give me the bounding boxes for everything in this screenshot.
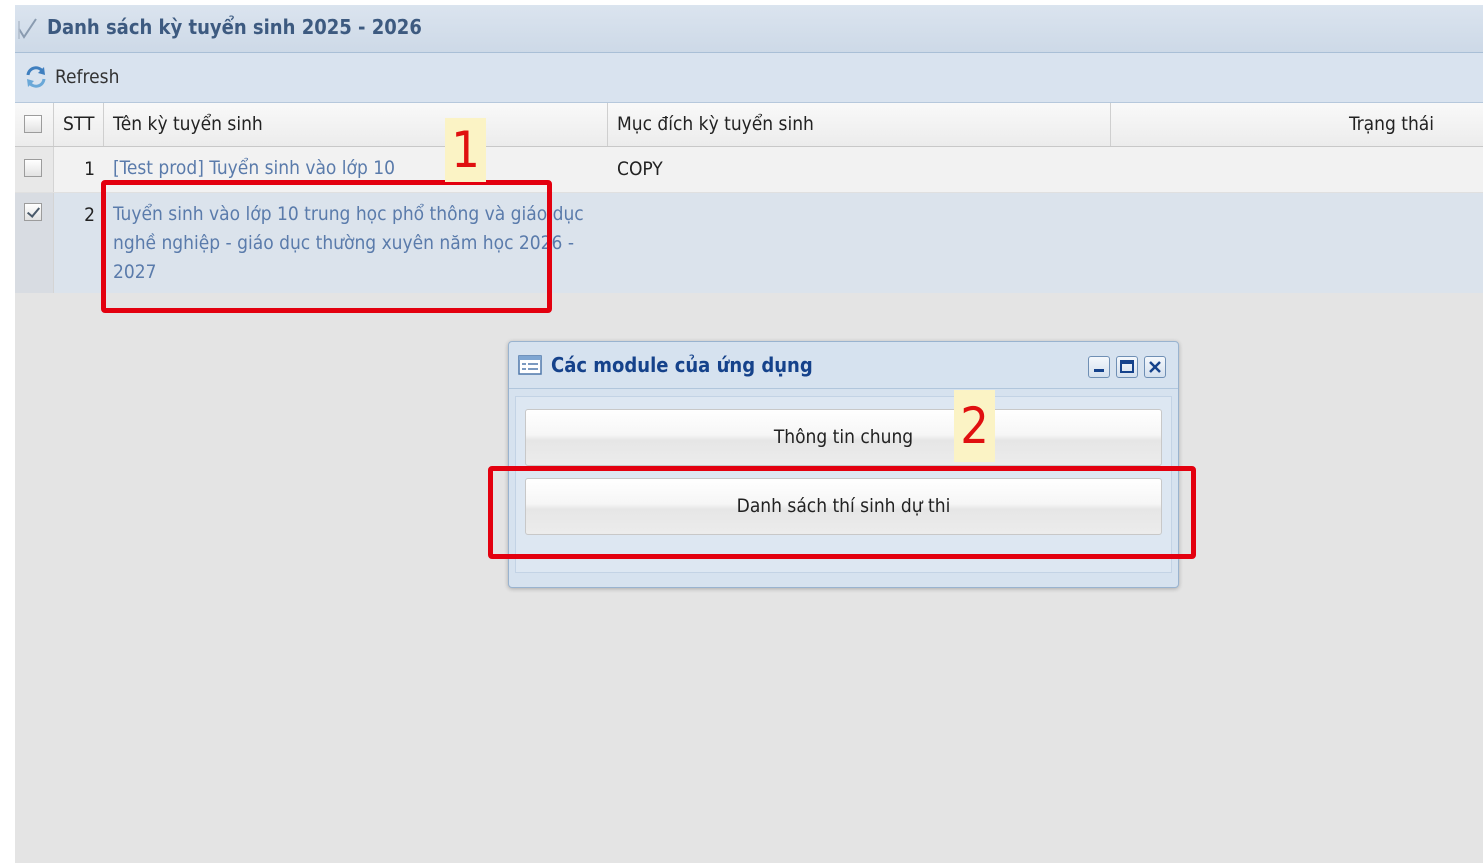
refresh-icon: [26, 66, 46, 88]
list-check-icon: [18, 18, 37, 39]
close-icon: [1149, 361, 1161, 373]
highlight-box-step-2: [488, 466, 1196, 559]
column-divider: [1110, 103, 1111, 146]
maximize-button[interactable]: [1116, 356, 1138, 378]
panel-title: Danh sách kỳ tuyển sinh 2025 - 2026: [47, 15, 422, 39]
select-all-checkbox[interactable]: [24, 115, 42, 133]
column-header-purpose[interactable]: Mục đích kỳ tuyển sinh: [617, 103, 814, 146]
row-number: 1: [84, 158, 95, 180]
admission-period-link[interactable]: [Test prod] Tuyển sinh vào lớp 10: [113, 154, 395, 183]
row-number: 2: [84, 204, 95, 226]
step-marker-1: 1: [445, 118, 486, 182]
close-button[interactable]: [1144, 356, 1166, 378]
column-divider: [103, 103, 104, 146]
purpose-cell: COPY: [617, 158, 663, 180]
window-list-icon: [518, 355, 542, 375]
step-marker-2: 2: [954, 390, 995, 462]
dialog-header[interactable]: Các module của ứng dụng: [509, 342, 1178, 389]
row-checkbox-checked[interactable]: [24, 203, 42, 221]
refresh-button[interactable]: Refresh: [23, 63, 119, 91]
row-checkbox[interactable]: [24, 159, 42, 177]
minimize-icon: [1094, 369, 1104, 372]
minimize-button[interactable]: [1088, 356, 1110, 378]
column-header-status[interactable]: Trạng thái: [1349, 103, 1434, 146]
column-header-stt[interactable]: STT: [63, 103, 94, 146]
column-header-name[interactable]: Tên kỳ tuyển sinh: [113, 103, 263, 146]
panel-toolbar: Refresh: [15, 53, 1483, 103]
refresh-label: Refresh: [55, 66, 120, 88]
dialog-title: Các module của ứng dụng: [551, 353, 813, 377]
highlight-box-step-1: [101, 180, 552, 313]
grid-header: STT Tên kỳ tuyển sinh Mục đích kỳ tuyển …: [15, 103, 1483, 147]
maximize-icon: [1120, 360, 1134, 373]
general-info-button[interactable]: Thông tin chung: [525, 409, 1162, 466]
panel-titlebar: Danh sách kỳ tuyển sinh 2025 - 2026: [15, 5, 1483, 53]
column-divider: [607, 103, 608, 146]
column-divider: [53, 103, 54, 146]
